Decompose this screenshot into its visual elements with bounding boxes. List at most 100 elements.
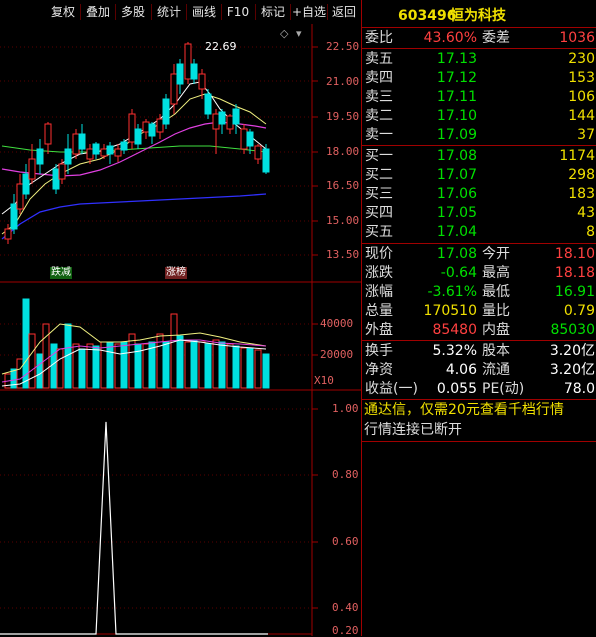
price-axis-label: 13.50: [326, 248, 360, 261]
kline-chart-area[interactable]: 22.50 21.00 19.50 18.00 16.50 15.00 13.5…: [0, 24, 361, 637]
volume-bar: [100, 341, 108, 389]
chevron-down-icon[interactable]: ▾: [296, 27, 302, 40]
bid-row: 买四 17.05 43: [362, 204, 596, 223]
volume-bar: [114, 343, 122, 389]
draw-line-button[interactable]: 画线: [187, 2, 221, 22]
candle-body: [128, 113, 136, 143]
candle-body: [226, 115, 234, 130]
candle-body: [218, 111, 226, 125]
add-watchlist-button[interactable]: +自选: [291, 2, 327, 22]
diamond-icon[interactable]: ◇: [280, 27, 288, 40]
volume-bar: [170, 313, 178, 389]
candle-body: [22, 173, 30, 195]
volume-bar: [92, 345, 100, 389]
ask-row: 卖四 17.12 153: [362, 69, 596, 88]
bid-price: 17.05: [436, 205, 477, 221]
f10-button[interactable]: F10: [222, 2, 254, 22]
stat-label: 股本: [482, 343, 510, 359]
candle-body: [36, 148, 44, 165]
stat-value: 17.08: [436, 246, 477, 262]
weibi-value: 43.60%: [423, 30, 477, 46]
ask-price: 17.11: [436, 89, 477, 105]
volume-bar: [162, 341, 170, 389]
event-marker[interactable]: 跌减: [50, 267, 72, 279]
candle-body: [254, 145, 262, 160]
indicator-axis-label: 0.40: [332, 601, 359, 614]
chart-toolbar: 复权 叠加 多股 统计 画线 F10 标记 +自选 返回: [0, 0, 361, 24]
volume-bar: [86, 343, 94, 389]
volume-bar: [176, 335, 184, 389]
notice-row[interactable]: 通达信，仅需20元查看千档行情: [362, 401, 596, 420]
stat-value: 0.79: [563, 303, 595, 319]
event-marker[interactable]: 涨榜: [165, 267, 187, 279]
stat-value: 85030: [550, 322, 595, 338]
candle-body: [28, 158, 36, 180]
candle-body: [148, 123, 156, 137]
bid-volume: 298: [568, 167, 595, 183]
volume-bar: [42, 323, 50, 389]
price-axis-label: 16.50: [326, 179, 360, 192]
bid-label: 买四: [365, 205, 393, 221]
stat-label: 现价: [365, 246, 393, 262]
candle-body: [58, 163, 66, 180]
bid-price: 17.06: [436, 186, 477, 202]
candle-body: [204, 93, 212, 115]
indicator-axis-label: 0.60: [332, 535, 359, 548]
stock-header: 603496 恒为科技: [362, 5, 596, 27]
fuquan-button[interactable]: 复权: [46, 2, 80, 22]
stat-value: 18.18: [554, 265, 595, 281]
candle-body: [4, 228, 12, 240]
candle-body: [100, 148, 108, 157]
mark-button[interactable]: 标记: [256, 2, 290, 22]
ask-label: 卖三: [365, 89, 393, 105]
ask-label: 卖四: [365, 70, 393, 86]
volume-bar: [184, 341, 192, 389]
status-row: 行情连接已断开: [362, 421, 596, 440]
candle-body: [44, 123, 52, 145]
volume-unit-label: X10: [314, 374, 334, 387]
overlay-button[interactable]: 叠加: [81, 2, 115, 22]
ask-label: 卖五: [365, 51, 393, 67]
stat-value: 5.32%: [432, 343, 477, 359]
bid-label: 买二: [365, 167, 393, 183]
stat-label: 涨幅: [365, 284, 393, 300]
stat-label: 换手: [365, 343, 393, 359]
volume-bar: [198, 341, 206, 389]
ask-price: 17.10: [436, 108, 477, 124]
volume-bar: [226, 343, 234, 389]
volume-bar: [128, 333, 136, 389]
candle-body: [156, 118, 164, 133]
bid-row: 买五 17.04 8: [362, 223, 596, 242]
volume-bar: [120, 341, 128, 389]
stat-value: 78.0: [563, 381, 595, 397]
bid-price: 17.04: [436, 224, 477, 240]
candle-body: [240, 128, 248, 150]
volume-axis-label: 40000: [320, 317, 354, 330]
candle-body: [232, 108, 240, 125]
stat-value: 3.20亿: [549, 343, 595, 359]
stat-row: 涨幅 -3.61% 最低 16.91: [362, 283, 596, 302]
stat-label: 流通: [482, 362, 510, 378]
candle-body: [142, 121, 150, 133]
candle-body: [176, 63, 184, 85]
stat-value: 170510: [423, 303, 477, 319]
stat-row: 总量 170510 量比 0.79: [362, 302, 596, 321]
indicator-axis-label: 0.80: [332, 468, 359, 481]
notice-text[interactable]: 通达信，仅需20元查看千档行情: [364, 401, 564, 420]
stat-label: PE(动): [482, 381, 525, 397]
multi-stock-button[interactable]: 多股: [116, 2, 150, 22]
volume-bar: [36, 353, 44, 389]
weibi-label: 委比: [365, 30, 393, 46]
stat-label: 总量: [365, 303, 393, 319]
volume-bar: [142, 343, 150, 389]
statistics-button[interactable]: 统计: [152, 2, 186, 22]
candle-body: [64, 148, 72, 165]
candle-body: [134, 128, 142, 145]
high-price-annotation: 22.69: [205, 40, 237, 53]
back-button[interactable]: 返回: [328, 2, 360, 22]
ask-row: 卖一 17.09 37: [362, 126, 596, 145]
stat-label: 量比: [482, 303, 510, 319]
stat-label: 外盘: [365, 322, 393, 338]
candle-body: [262, 148, 270, 173]
stat-value: 3.20亿: [549, 362, 595, 378]
